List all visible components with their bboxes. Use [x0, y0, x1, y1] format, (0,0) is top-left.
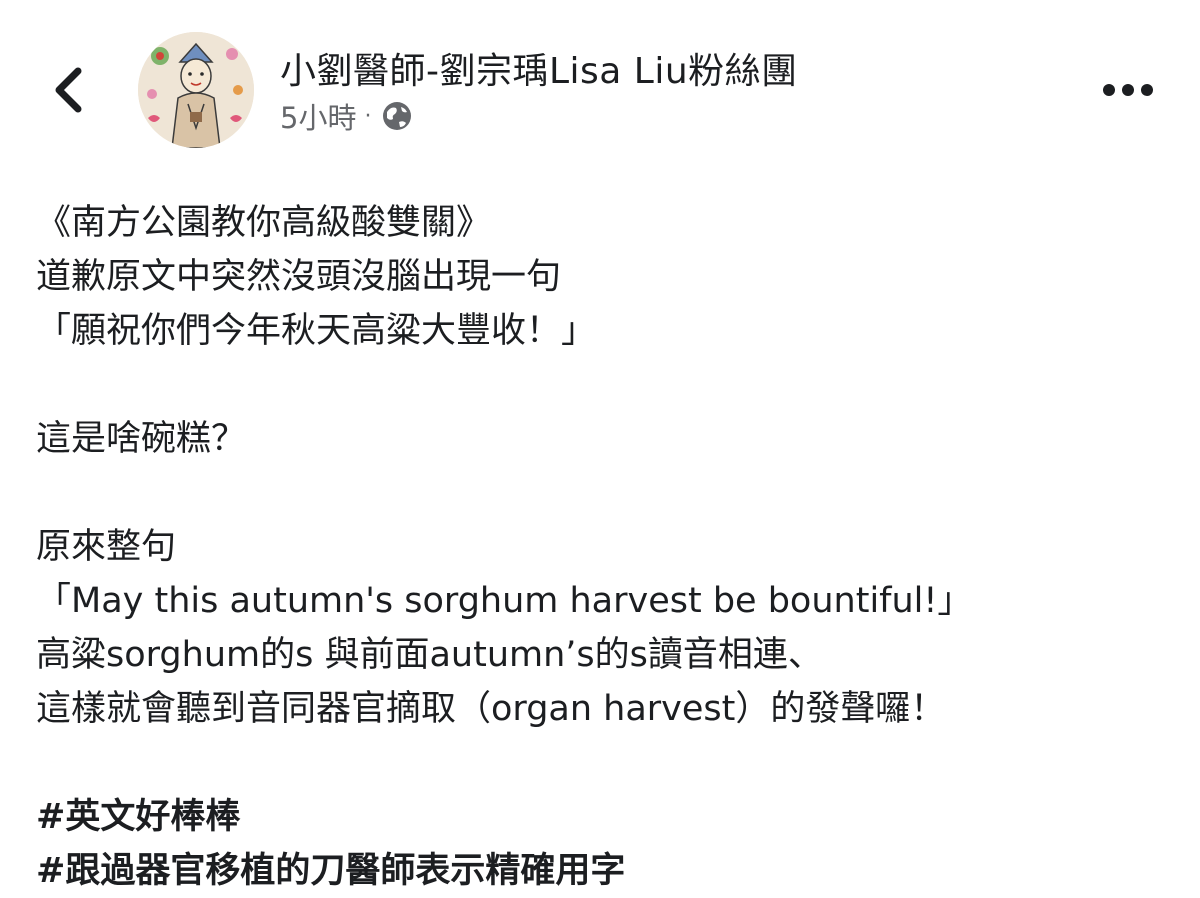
meta-separator: · [364, 103, 372, 129]
post-body: 《南方公園教你高級酸雙關》 道歉原文中突然沒頭沒腦出現一句 「願祝你們今年秋天高… [36, 196, 1176, 898]
post-line: 高粱sorghum的s 與前面autumn’s的s讀音相連、 [36, 635, 823, 675]
post-line: 《南方公園教你高級酸雙關》 [36, 203, 492, 243]
hashtag-link[interactable]: #英文好棒棒 [36, 790, 1176, 844]
post-line: 道歉原文中突然沒頭沒腦出現一句 [36, 257, 562, 297]
post-line: 「May this autumn's sorghum harvest be bo… [36, 581, 973, 621]
post-timestamp[interactable]: 5小時 [280, 95, 356, 137]
ellipsis-icon [1103, 84, 1153, 96]
post-meta: 5小時 · [280, 96, 413, 136]
more-options-button[interactable] [1098, 70, 1158, 110]
page-name-link[interactable]: 小劉醫師-劉宗瑀Lisa Liu粉絲團 [280, 42, 798, 94]
avatar-illustration [138, 32, 254, 148]
hashtag-link[interactable]: #跟過器官移植的刀醫師表示精確用字 [36, 844, 1176, 898]
post-line: 原來整句 [36, 527, 177, 567]
back-button[interactable] [40, 62, 96, 118]
page-avatar[interactable] [138, 32, 254, 148]
post-line: 這是啥碗糕？ [36, 419, 247, 459]
post-header: 小劉醫師-劉宗瑀Lisa Liu粉絲團 5小時 · [0, 0, 1200, 170]
globe-icon[interactable] [381, 100, 413, 132]
post-line: 這樣就會聽到音同器官摘取（organ harvest）的發聲囉！ [36, 689, 946, 729]
post-line: 「願祝你們今年秋天高粱大豐收！」 [36, 311, 597, 351]
chevron-left-icon [55, 67, 82, 113]
